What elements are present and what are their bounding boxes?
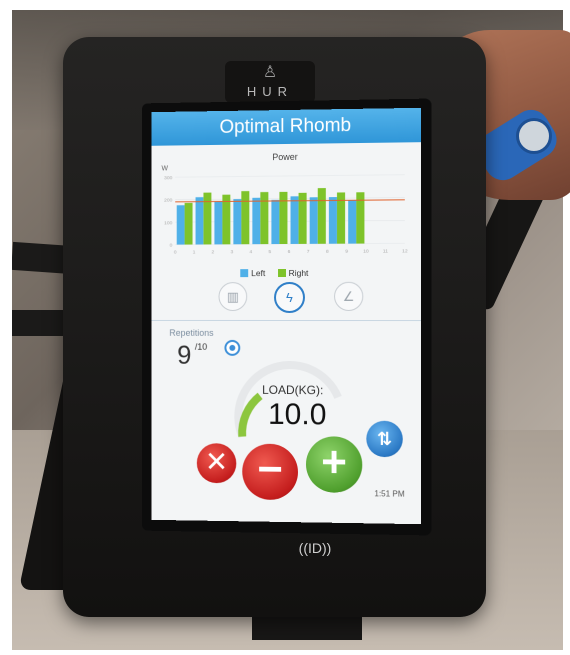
x-tick-label: 3 [230, 249, 233, 255]
bar-left [348, 200, 357, 244]
bar-right [242, 191, 251, 246]
close-icon: ✕ [204, 446, 229, 478]
clock: 1:51 PM [374, 489, 405, 499]
repetitions-total: /10 [194, 341, 208, 352]
x-tick-label: 0 [174, 250, 177, 256]
y-tick-label: 100 [164, 220, 172, 226]
angle-icon: ∠ [342, 288, 355, 304]
bar-left [176, 205, 185, 245]
x-tick-label: 2 [212, 249, 215, 255]
bar-right [279, 191, 288, 245]
touch-screen: Optimal Rhomb Power W 0 100 200 300 0 1 2 3 4 5 6 7… [151, 107, 422, 525]
x-tick-label: 5 [269, 249, 272, 255]
legend-right-label: Right [288, 267, 309, 278]
legend-right-swatch [277, 268, 286, 278]
chart-legend: Left Right [240, 268, 318, 278]
x-tick-label: 10 [363, 249, 369, 255]
chart-unit: W [161, 165, 168, 173]
y-tick-label: 300 [164, 175, 172, 181]
screen-title: Optimal Rhomb [151, 107, 422, 146]
gauge-fill [242, 396, 260, 437]
y-tick-label: 0 [170, 243, 173, 249]
user-swap-icon: ⇅ [376, 428, 393, 450]
bar-left [328, 197, 337, 244]
plus-icon: + [321, 437, 347, 487]
x-tick-label: 8 [326, 249, 329, 255]
mode-power-button[interactable]: ϟ [274, 281, 305, 314]
grid-line [175, 175, 405, 177]
watch-face [516, 118, 552, 154]
bar-left [214, 201, 223, 245]
nfc-reader-icon: ((ID)) [298, 540, 332, 556]
bar-right [203, 192, 212, 245]
bar-left [290, 196, 299, 244]
load-label: LOAD(KG): [262, 382, 324, 398]
decrease-load-button[interactable]: − [242, 443, 298, 501]
x-tick-label: 1 [193, 249, 196, 255]
increase-load-button[interactable]: + [305, 436, 363, 494]
brand-logo-icon: ♙ [262, 64, 278, 81]
bar-left [253, 198, 261, 245]
chart-title: Power [272, 151, 298, 163]
user-swap-button[interactable]: ⇅ [366, 420, 403, 458]
x-tick-label: 7 [307, 249, 310, 255]
x-tick-label: 4 [249, 249, 252, 255]
cancel-button[interactable]: ✕ [196, 443, 237, 484]
mode-seat-button[interactable]: ▥ [218, 282, 248, 312]
section-divider [151, 319, 422, 322]
power-chart: 01002003000 1 2 3 4 5 6 7 8 9 10 11 12 [164, 171, 408, 256]
mode-angle-button[interactable]: ∠ [334, 281, 364, 311]
bar-right [184, 202, 193, 245]
x-tick-label: 12 [402, 248, 408, 254]
legend-left-swatch [240, 269, 249, 278]
minus-icon: − [257, 444, 283, 494]
bar-left [234, 199, 243, 246]
x-tick-label: 11 [383, 248, 388, 254]
x-tick-label: 9 [345, 249, 348, 255]
repetitions-label: Repetitions [169, 327, 214, 338]
y-tick-label: 200 [164, 198, 172, 204]
seat-icon: ▥ [226, 289, 239, 305]
bar-left [195, 197, 204, 245]
repetitions-value: 9 [177, 339, 192, 370]
bar-left [309, 196, 317, 244]
load-value: 10.0 [268, 397, 327, 432]
bar-right [222, 194, 231, 245]
lightning-icon: ϟ [286, 289, 293, 305]
brand-name: HUR [246, 84, 294, 99]
legend-left-label: Left [251, 268, 266, 279]
bar-right [260, 192, 269, 245]
x-tick-label: 6 [288, 249, 291, 255]
bar-right [317, 188, 326, 244]
bar-left [271, 199, 280, 245]
